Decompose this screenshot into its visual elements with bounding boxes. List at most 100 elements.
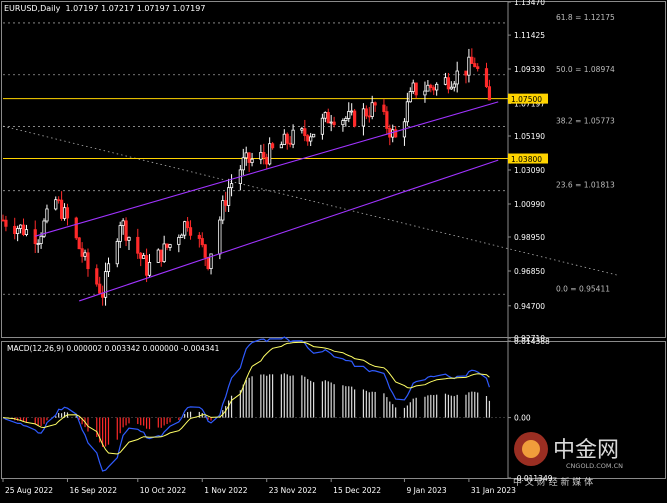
price-tick-label: 0.94700: [514, 302, 545, 311]
fib-label: 0.0 = 0.95411: [556, 284, 610, 293]
candle-body: [54, 199, 58, 210]
candle-body: [39, 235, 43, 244]
price-tick-label: 0.96850: [514, 267, 545, 276]
date-tick-label: 15 Dec 2022: [333, 486, 381, 495]
candle-body: [197, 234, 201, 239]
candle-body: [136, 236, 140, 254]
candle-body: [270, 143, 275, 149]
chart-header: EURUSD,Daily 1.07197 1.07217 1.07197 1.0…: [4, 4, 205, 13]
fib-label: 38.2 = 1.05773: [556, 117, 615, 126]
candle-body: [1, 219, 5, 222]
candle-body: [432, 87, 436, 91]
candle-body: [62, 207, 67, 219]
candle-body: [103, 271, 108, 298]
candle-body: [455, 70, 459, 85]
trading-chart: 61.8 = 1.12175 50.0 = 1.08974 38.2 = 1.057…: [1, 0, 666, 495]
date-tick-label: 23 Nov 2022: [269, 486, 317, 495]
candle-body: [443, 77, 448, 85]
candle-body: [18, 224, 23, 229]
candle-body: [241, 157, 245, 171]
candle-body: [382, 104, 386, 113]
date-tick-label: 10 Oct 2022: [140, 486, 187, 495]
candle-body: [45, 208, 49, 222]
candle-body: [186, 221, 190, 229]
price-tick-label: 0.98950: [514, 233, 545, 242]
candle-body: [361, 108, 366, 127]
fib-label: 61.8 = 1.12175: [556, 13, 615, 22]
candle-body: [227, 187, 231, 206]
candle-body: [262, 152, 266, 158]
candle-body: [452, 83, 456, 88]
channel-lower-line: [79, 159, 499, 302]
date-tick-label: 1 Nov 2022: [204, 486, 247, 495]
candle-body: [446, 77, 450, 90]
candle-body: [203, 244, 207, 258]
price-tick-label: 1.05190: [514, 132, 545, 141]
candle-body: [473, 63, 477, 68]
price-tick-label: 1.03090: [514, 166, 545, 175]
candle-body: [77, 237, 81, 250]
candle-body: [329, 121, 333, 124]
watermark-brand: 中金网: [553, 438, 619, 463]
candle-body: [74, 217, 78, 239]
candle-body: [80, 248, 84, 257]
candle-body: [408, 91, 412, 103]
candle-body: [320, 117, 324, 135]
candle-body: [218, 219, 222, 255]
symbol-timeframe: EURUSD,Daily: [4, 4, 61, 13]
candle-body: [347, 111, 351, 119]
candle-body: [268, 143, 272, 165]
candle-body: [306, 135, 310, 142]
price-tick-label: 1.00990: [514, 200, 545, 209]
candle-body: [303, 128, 307, 137]
candle-body: [285, 133, 289, 144]
candle-body: [391, 129, 395, 138]
chart-stage: 61.8 = 1.12175 50.0 = 1.08974 38.2 = 1.057…: [0, 0, 667, 499]
candle-body: [65, 207, 70, 219]
date-tick-label: 25 Aug 2022: [5, 486, 53, 495]
candle-body: [180, 234, 184, 238]
candle-body: [476, 66, 480, 69]
candle-body: [183, 221, 187, 236]
candle-body: [312, 133, 316, 138]
candle-body: [98, 283, 102, 294]
candle-body: [168, 244, 172, 248]
candle-body: [344, 118, 348, 121]
candle-body: [115, 240, 119, 265]
candle-body: [121, 220, 125, 226]
date-tick-label: 9 Jan 2023: [406, 486, 446, 495]
candle-body: [367, 115, 371, 118]
candle-body: [36, 243, 40, 245]
candle-body: [144, 255, 149, 276]
candle-body: [21, 224, 26, 235]
watermark-logo-inner: [522, 440, 540, 458]
candle-body: [156, 249, 160, 263]
candle-body: [118, 225, 122, 242]
candle-body: [429, 84, 433, 89]
macd-histogram-group: [5, 373, 491, 447]
candle-body: [4, 219, 8, 227]
watermark-url: CNGOLD.COM.CN: [566, 462, 623, 470]
candle-body: [350, 110, 354, 113]
candle-body: [426, 84, 430, 92]
level-marker-label: 1.07500: [511, 95, 542, 104]
candle-body: [60, 199, 64, 219]
candle-body: [309, 136, 313, 142]
macd-tick-label: 0.00: [514, 414, 531, 423]
candle-body: [165, 243, 169, 248]
candle-body: [282, 133, 286, 146]
candle-body: [323, 112, 327, 119]
candle-body: [291, 129, 295, 145]
candle-body: [162, 243, 166, 262]
candle-body: [487, 86, 492, 101]
candle-body: [370, 102, 374, 117]
candle-body: [106, 263, 111, 273]
candle-body: [353, 110, 357, 127]
candle-body: [449, 86, 453, 90]
candle-body: [200, 238, 204, 246]
candle-body: [265, 156, 269, 165]
date-tick-label: 31 Jan 2023: [471, 486, 516, 495]
candle-body: [484, 68, 489, 88]
candle-body: [364, 108, 368, 117]
ohlc-readout: 1.07197 1.07217 1.07197 1.07197: [65, 4, 206, 13]
